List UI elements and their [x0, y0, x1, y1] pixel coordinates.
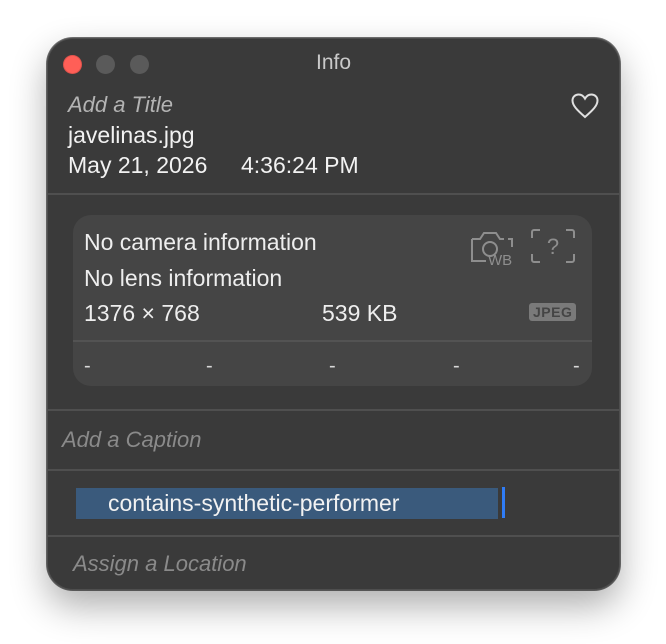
window-title: Info [315, 51, 352, 74]
exif-value: - [84, 355, 91, 377]
card-divider [73, 340, 592, 342]
info-window: Info Add a Title javelinas.jpg May 21, 2… [47, 38, 620, 590]
exif-value: - [573, 355, 580, 377]
header-divider [47, 193, 620, 195]
caption-field[interactable]: Add a Caption [62, 427, 201, 453]
title-field[interactable]: Add a Title [68, 92, 173, 118]
title-bar[interactable]: Info [47, 38, 620, 88]
keyword-divider [47, 535, 620, 537]
keyword-text: contains-synthetic-performer [108, 490, 400, 516]
card-bottom-divider [47, 409, 620, 411]
text-caret [502, 487, 505, 518]
exif-value: - [329, 355, 336, 377]
exif-value: - [453, 355, 460, 377]
heart-icon[interactable] [571, 93, 599, 119]
lens-info: No lens information [84, 265, 283, 291]
filename: javelinas.jpg [68, 122, 195, 148]
question-icon: ? [531, 229, 575, 263]
capture-date: May 21, 2026 [68, 152, 208, 178]
image-dimensions: 1376 × 768 [84, 300, 200, 326]
metadata-card: No camera information No lens informatio… [73, 215, 592, 386]
exif-value: - [206, 355, 213, 377]
camera-wb-icon: WB [471, 232, 513, 267]
location-field[interactable]: Assign a Location [73, 551, 247, 577]
camera-info: No camera information [84, 229, 317, 255]
format-badge: JPEG [529, 303, 577, 321]
photo-header: Add a Title javelinas.jpg May 21, 2026 4… [47, 88, 620, 194]
svg-text:?: ? [547, 234, 559, 259]
file-size: 539 KB [322, 300, 398, 326]
svg-text:WB: WB [488, 252, 512, 267]
caption-divider [47, 469, 620, 471]
keyword-field[interactable]: contains-synthetic-performer [76, 488, 498, 519]
capture-time: 4:36:24 PM [241, 152, 359, 178]
